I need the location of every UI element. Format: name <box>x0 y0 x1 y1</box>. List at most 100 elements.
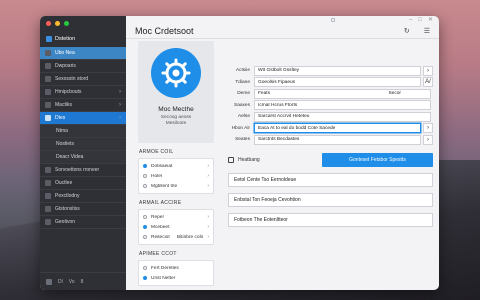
profile-column: Moc Mecthe Secoog aeoss Mesiloote ARMOE … <box>126 39 218 290</box>
option-row[interactable]: Mcebeet › <box>143 222 209 232</box>
sidebar-item[interactable]: Gtstonstiss <box>40 203 126 216</box>
option-row[interactable]: Mgbllent trle › <box>143 181 209 191</box>
list-field[interactable]: Eetol Cente Tso Eernoldeue <box>228 172 433 187</box>
sidebar-subitem[interactable]: Nostiets <box>40 138 126 151</box>
chevron-right-button[interactable]: › <box>423 134 433 145</box>
minimize-icon[interactable]: – <box>409 17 412 23</box>
options-card: Reper › Mcebeet › Reiteciot Bitinbre coln › <box>138 209 214 245</box>
sidebar: Dstetion Ubo Nea Dwpoaris Sexosstn stord… <box>40 16 126 290</box>
text-field[interactable]: Icmat Hcrus Ftorts <box>254 100 431 111</box>
text-field[interactable]: Goeolsis Fipaeus <box>254 77 421 88</box>
edit-button[interactable]: A/ <box>423 77 433 88</box>
radio-icon[interactable] <box>143 215 147 219</box>
text-field[interactable]: Sarctnts Becdastes <box>254 134 421 145</box>
main-panel: – □ ✕ Moc Crdetsoot ↻ ☰ Moc Mecthe Secoo… <box>126 16 439 290</box>
sidebar-list: Ubo Nea Dwpoaris Sexosstn stord Hmipcbou… <box>40 47 126 229</box>
chevron-down-icon: › <box>119 115 121 121</box>
form-row: Aelse Sarcarst Accrvit Heteteu <box>228 111 433 123</box>
app-logo-icon <box>46 36 52 42</box>
field-label: Deme <box>237 91 250 97</box>
form-row: Actsiie Wtt Gstbolt Gssltey › <box>228 65 433 77</box>
close-window-button[interactable] <box>46 21 51 26</box>
field-label: Tdiane <box>235 79 250 85</box>
profile-name: Moc Mecthe <box>158 106 194 113</box>
shield-icon <box>45 76 51 82</box>
sidebar-item[interactable]: Pexctlodny <box>40 190 126 203</box>
form-row: Tdiane Goeolsis Fipaeus A/ <box>228 77 433 89</box>
radio-icon[interactable] <box>143 174 147 178</box>
text-field-focused[interactable]: Eaca At to eal do bodd Cote Sacede <box>254 123 421 134</box>
refresh-icon[interactable]: ↻ <box>404 27 410 35</box>
checkbox[interactable] <box>228 156 234 163</box>
sidebar-item-selected[interactable]: Dtes › <box>40 112 126 125</box>
list-field[interactable]: Fotbeon The Eotenltteor <box>228 212 433 227</box>
checkbox-label[interactable]: Heatbang <box>228 156 260 163</box>
form-row: Seates Sarctnts Becdastes › <box>228 134 433 146</box>
window-icon <box>331 18 335 22</box>
footer-label[interactable]: 8 <box>81 279 84 285</box>
minimize-window-button[interactable] <box>55 21 60 26</box>
menu-icon[interactable]: ☰ <box>424 27 430 35</box>
options-card: Dotisaeiat › Holel › Mgbllent trle › <box>138 158 214 194</box>
text-field[interactable]: Wtt Gstbolt Gssltey <box>254 65 421 76</box>
header-tools: ↻ ☰ <box>404 27 430 35</box>
sidebar-item[interactable]: Ouctlee <box>40 177 126 190</box>
radio-icon[interactable] <box>143 225 147 229</box>
chevron-right-button[interactable]: › <box>423 123 433 134</box>
section-title: ARMAIL ACCIRE <box>139 200 182 206</box>
option-row[interactable]: Reper › <box>143 212 209 222</box>
chevron-right-icon: › <box>207 163 209 169</box>
sidebar-item[interactable]: Mactiks › <box>40 99 126 112</box>
zoom-window-button[interactable] <box>64 21 69 26</box>
sidebar-item[interactable]: Dwpoaris <box>40 60 126 73</box>
radio-icon[interactable] <box>143 235 147 239</box>
sidebar-subitem[interactable]: Ntma <box>40 125 126 138</box>
field-label: Hbon Air <box>231 125 250 131</box>
footer-label[interactable]: Dl <box>58 279 63 285</box>
sidebar-item[interactable]: Geotivon <box>40 216 126 229</box>
option-row[interactable]: Unst Netter <box>143 273 209 283</box>
folder-icon <box>45 89 51 95</box>
chevron-right-icon: › <box>207 224 209 230</box>
field-value: Feats <box>258 91 270 97</box>
close-icon[interactable]: ✕ <box>428 16 433 23</box>
window-controls <box>40 16 126 30</box>
sidebar-item[interactable]: Sexosstn stord <box>40 73 126 86</box>
grid-icon <box>45 63 51 69</box>
list-field[interactable]: Enbstal Ton Feoeja Cevohtion <box>228 192 433 207</box>
sidebar-header-label: Dstetion <box>55 36 76 42</box>
text-field[interactable]: Sarcarst Accrvit Heteteu <box>254 111 431 122</box>
radio-icon[interactable] <box>143 276 147 280</box>
option-row[interactable]: Fert Deretles <box>143 263 209 273</box>
profile-subtitle: Secoog aeoss Mesiloote <box>161 115 191 127</box>
avatar[interactable] <box>151 48 201 98</box>
details-column: Actsiie Wtt Gstbolt Gssltey › Tdiane Goe… <box>218 39 439 290</box>
checkbox-text: Heatbang <box>238 156 260 163</box>
sidebar-subitem[interactable]: Deacr Videa <box>40 151 126 164</box>
form-row: Saaxes Icmat Hcrus Ftorts <box>228 100 433 112</box>
sidebar-item[interactable]: Sorvoettons rroneer <box>40 164 126 177</box>
option-row[interactable]: Holel › <box>143 171 209 181</box>
section-title: APIMEE CCOT <box>139 251 177 257</box>
sidebar-footer: Dl Vo 8 <box>40 272 126 290</box>
chevron-right-icon: › <box>119 102 121 108</box>
footer-label[interactable]: Vo <box>69 279 75 285</box>
sidebar-item[interactable]: Hmipcbouts › <box>40 86 126 99</box>
primary-button[interactable]: Gonteset Fetsbor Spestts <box>322 152 433 167</box>
maximize-icon[interactable]: □ <box>418 17 422 23</box>
option-row[interactable]: Reiteciot Bitinbre coln › <box>143 232 209 242</box>
radio-icon[interactable] <box>143 184 147 188</box>
option-row[interactable]: Dotisaeiat › <box>143 161 209 171</box>
text-field[interactable]: Feats Secor <box>254 88 431 99</box>
option-suffix: Bitinbre coln <box>176 234 204 240</box>
chevron-right-button[interactable]: › <box>423 65 433 76</box>
chevron-right-icon: › <box>207 173 209 179</box>
settings-icon[interactable] <box>46 278 52 285</box>
options-card: Fert Deretles Unst Netter <box>138 260 214 286</box>
radio-icon[interactable] <box>143 266 147 270</box>
form-row: Hbon Air Eaca At to eal do bodd Cote Sac… <box>228 123 433 135</box>
page-title: Moc Crdetsoot <box>135 25 194 36</box>
field-label: Seates <box>235 137 250 143</box>
radio-icon[interactable] <box>143 164 147 168</box>
sidebar-item[interactable]: Ubo Nea <box>40 47 126 60</box>
